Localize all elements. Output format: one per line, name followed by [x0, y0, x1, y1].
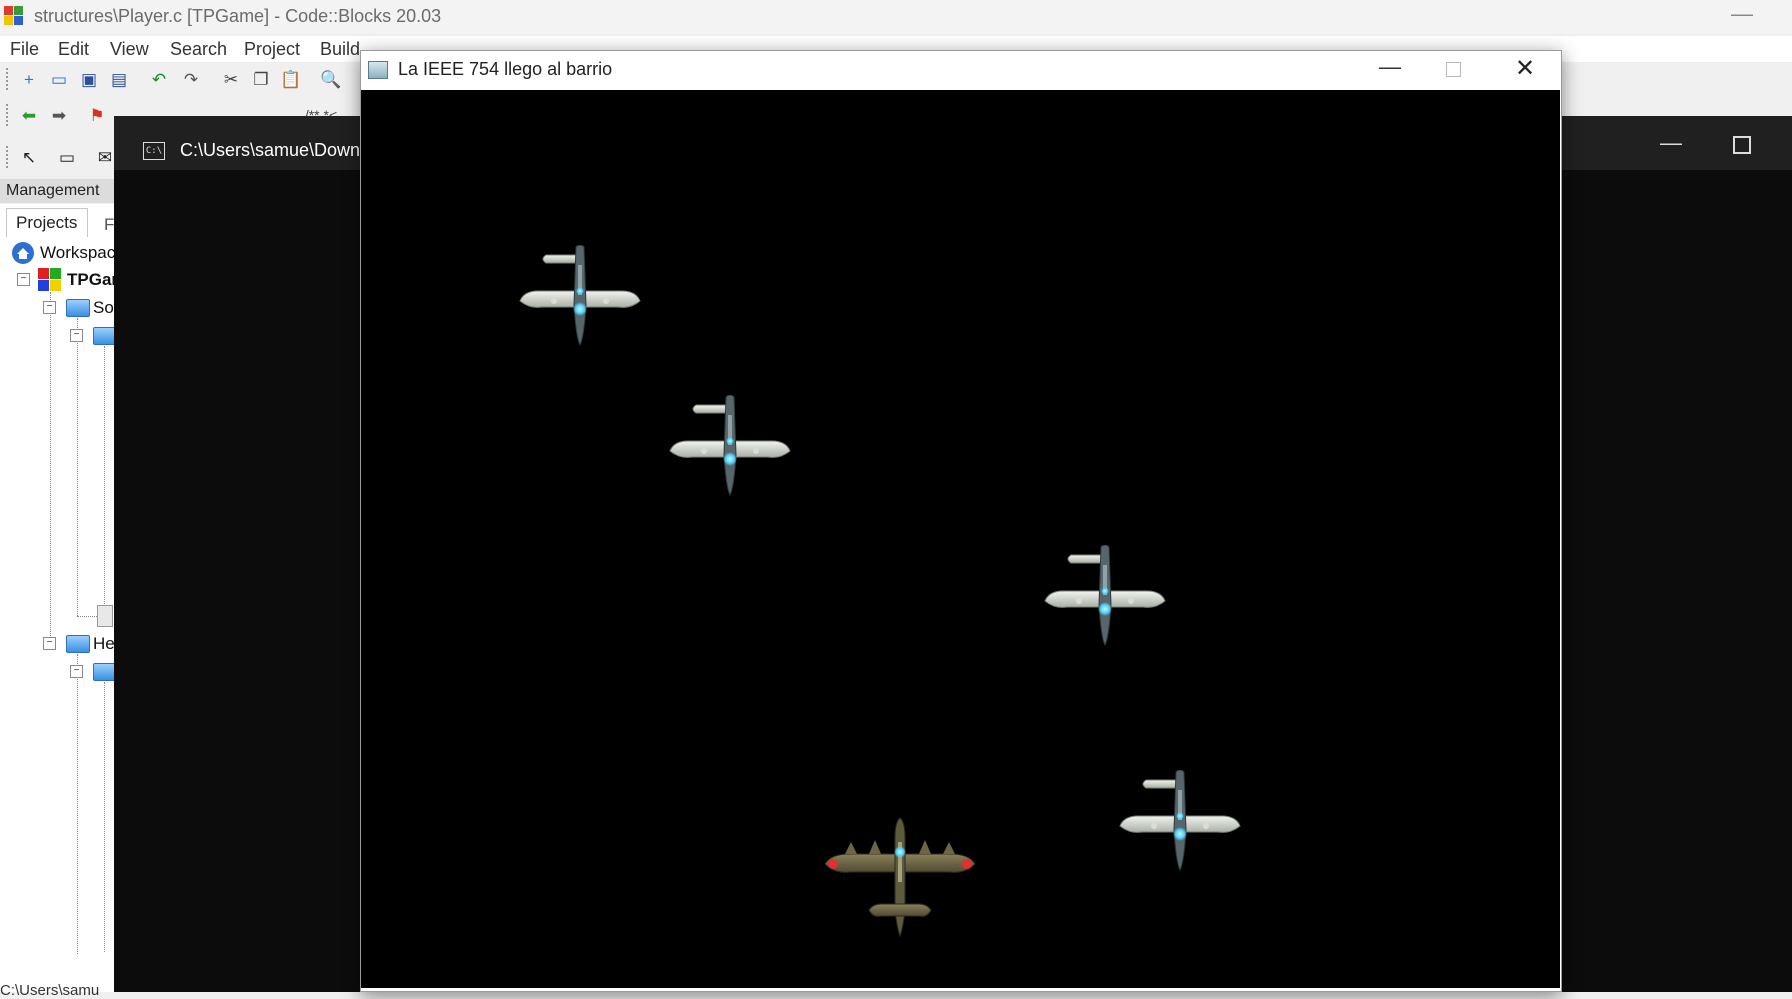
- envelope-icon[interactable]: ✉: [94, 146, 116, 168]
- redo-icon[interactable]: ↷: [180, 68, 202, 90]
- sources-folder-icon: [66, 299, 90, 317]
- tree-project[interactable]: TPGar: [67, 270, 118, 290]
- rectangle-icon[interactable]: ▭: [56, 146, 78, 168]
- menu-view[interactable]: View: [110, 39, 149, 60]
- new-file-icon[interactable]: +: [18, 68, 40, 90]
- select-pointer-icon[interactable]: ↖: [18, 146, 40, 168]
- game-app-icon: [368, 61, 388, 79]
- game-minimize-button[interactable]: —: [1375, 54, 1405, 84]
- game-close-button[interactable]: ✕: [1510, 54, 1540, 84]
- status-path-text: C:\Users\samu: [0, 982, 100, 999]
- save-icon[interactable]: ▣: [78, 68, 100, 90]
- tab-projects-label: Projects: [16, 213, 78, 232]
- codeblocks-minimize-button[interactable]: —: [1730, 0, 1754, 30]
- management-panel-title: Management: [6, 182, 100, 199]
- console-maximize-button[interactable]: [1733, 136, 1751, 154]
- menu-file[interactable]: File: [10, 39, 39, 60]
- tab-files-label[interactable]: F: [104, 215, 114, 235]
- copy-icon[interactable]: ❐: [250, 68, 272, 90]
- tree-workspace[interactable]: Workspac: [40, 243, 115, 263]
- tree-expander-sources[interactable]: −: [43, 301, 56, 314]
- management-panel: [0, 204, 119, 992]
- workspace-icon: [12, 242, 34, 264]
- cut-icon[interactable]: ✂: [220, 68, 242, 90]
- bookmark-flag-icon[interactable]: ⚑: [86, 104, 108, 126]
- save-all-icon[interactable]: ▤: [108, 68, 130, 90]
- tree-expander-headers[interactable]: −: [43, 637, 56, 650]
- file-icon: [97, 605, 113, 627]
- toolbar-grip[interactable]: [6, 68, 11, 90]
- console-app-icon: C:\: [143, 142, 165, 160]
- tree-sources-folder[interactable]: So: [93, 298, 114, 318]
- game-canvas[interactable]: [361, 90, 1560, 988]
- paste-icon[interactable]: 📋: [280, 68, 302, 90]
- project-icon: [38, 268, 62, 292]
- tree-expander-headers-sub[interactable]: −: [70, 665, 83, 678]
- enemy-plane: [519, 245, 641, 346]
- console-minimize-button[interactable]: —: [1660, 130, 1682, 156]
- menu-search[interactable]: Search: [170, 39, 227, 60]
- toolbar-grip[interactable]: [6, 104, 11, 126]
- headers-folder-icon: [66, 635, 90, 653]
- codeblocks-app-icon: [4, 6, 24, 26]
- undo-icon[interactable]: ↶: [148, 68, 170, 90]
- game-maximize-button[interactable]: [1446, 62, 1461, 77]
- menu-build[interactable]: Build: [320, 39, 360, 60]
- menu-project[interactable]: Project: [244, 39, 300, 60]
- codeblocks-window-title: structures\Player.c [TPGame] - Code::Blo…: [34, 6, 442, 26]
- main-toolbar: + ▭ ▣ ▤ ↶ ↷ ✂ ❐ 📋 🔍: [0, 62, 370, 96]
- forward-arrow-icon[interactable]: ➡: [48, 104, 70, 126]
- console-window-title: C:\Users\samue\Down: [180, 140, 361, 160]
- back-arrow-icon[interactable]: ⬅: [18, 104, 40, 126]
- find-icon[interactable]: 🔍: [320, 68, 342, 90]
- tree-expander-project[interactable]: −: [17, 273, 30, 286]
- enemy-plane: [669, 395, 791, 496]
- player-plane: [825, 818, 976, 937]
- toolbar-grip[interactable]: [6, 146, 11, 168]
- menu-edit[interactable]: Edit: [58, 39, 89, 60]
- enemy-plane: [1044, 545, 1166, 646]
- enemy-plane: [1119, 770, 1241, 871]
- tree-headers-folder[interactable]: He: [93, 634, 115, 654]
- open-file-icon[interactable]: ▭: [48, 68, 70, 90]
- game-window-title: La IEEE 754 llego al barrio: [398, 59, 613, 79]
- tree-expander-sources-sub[interactable]: −: [70, 329, 83, 342]
